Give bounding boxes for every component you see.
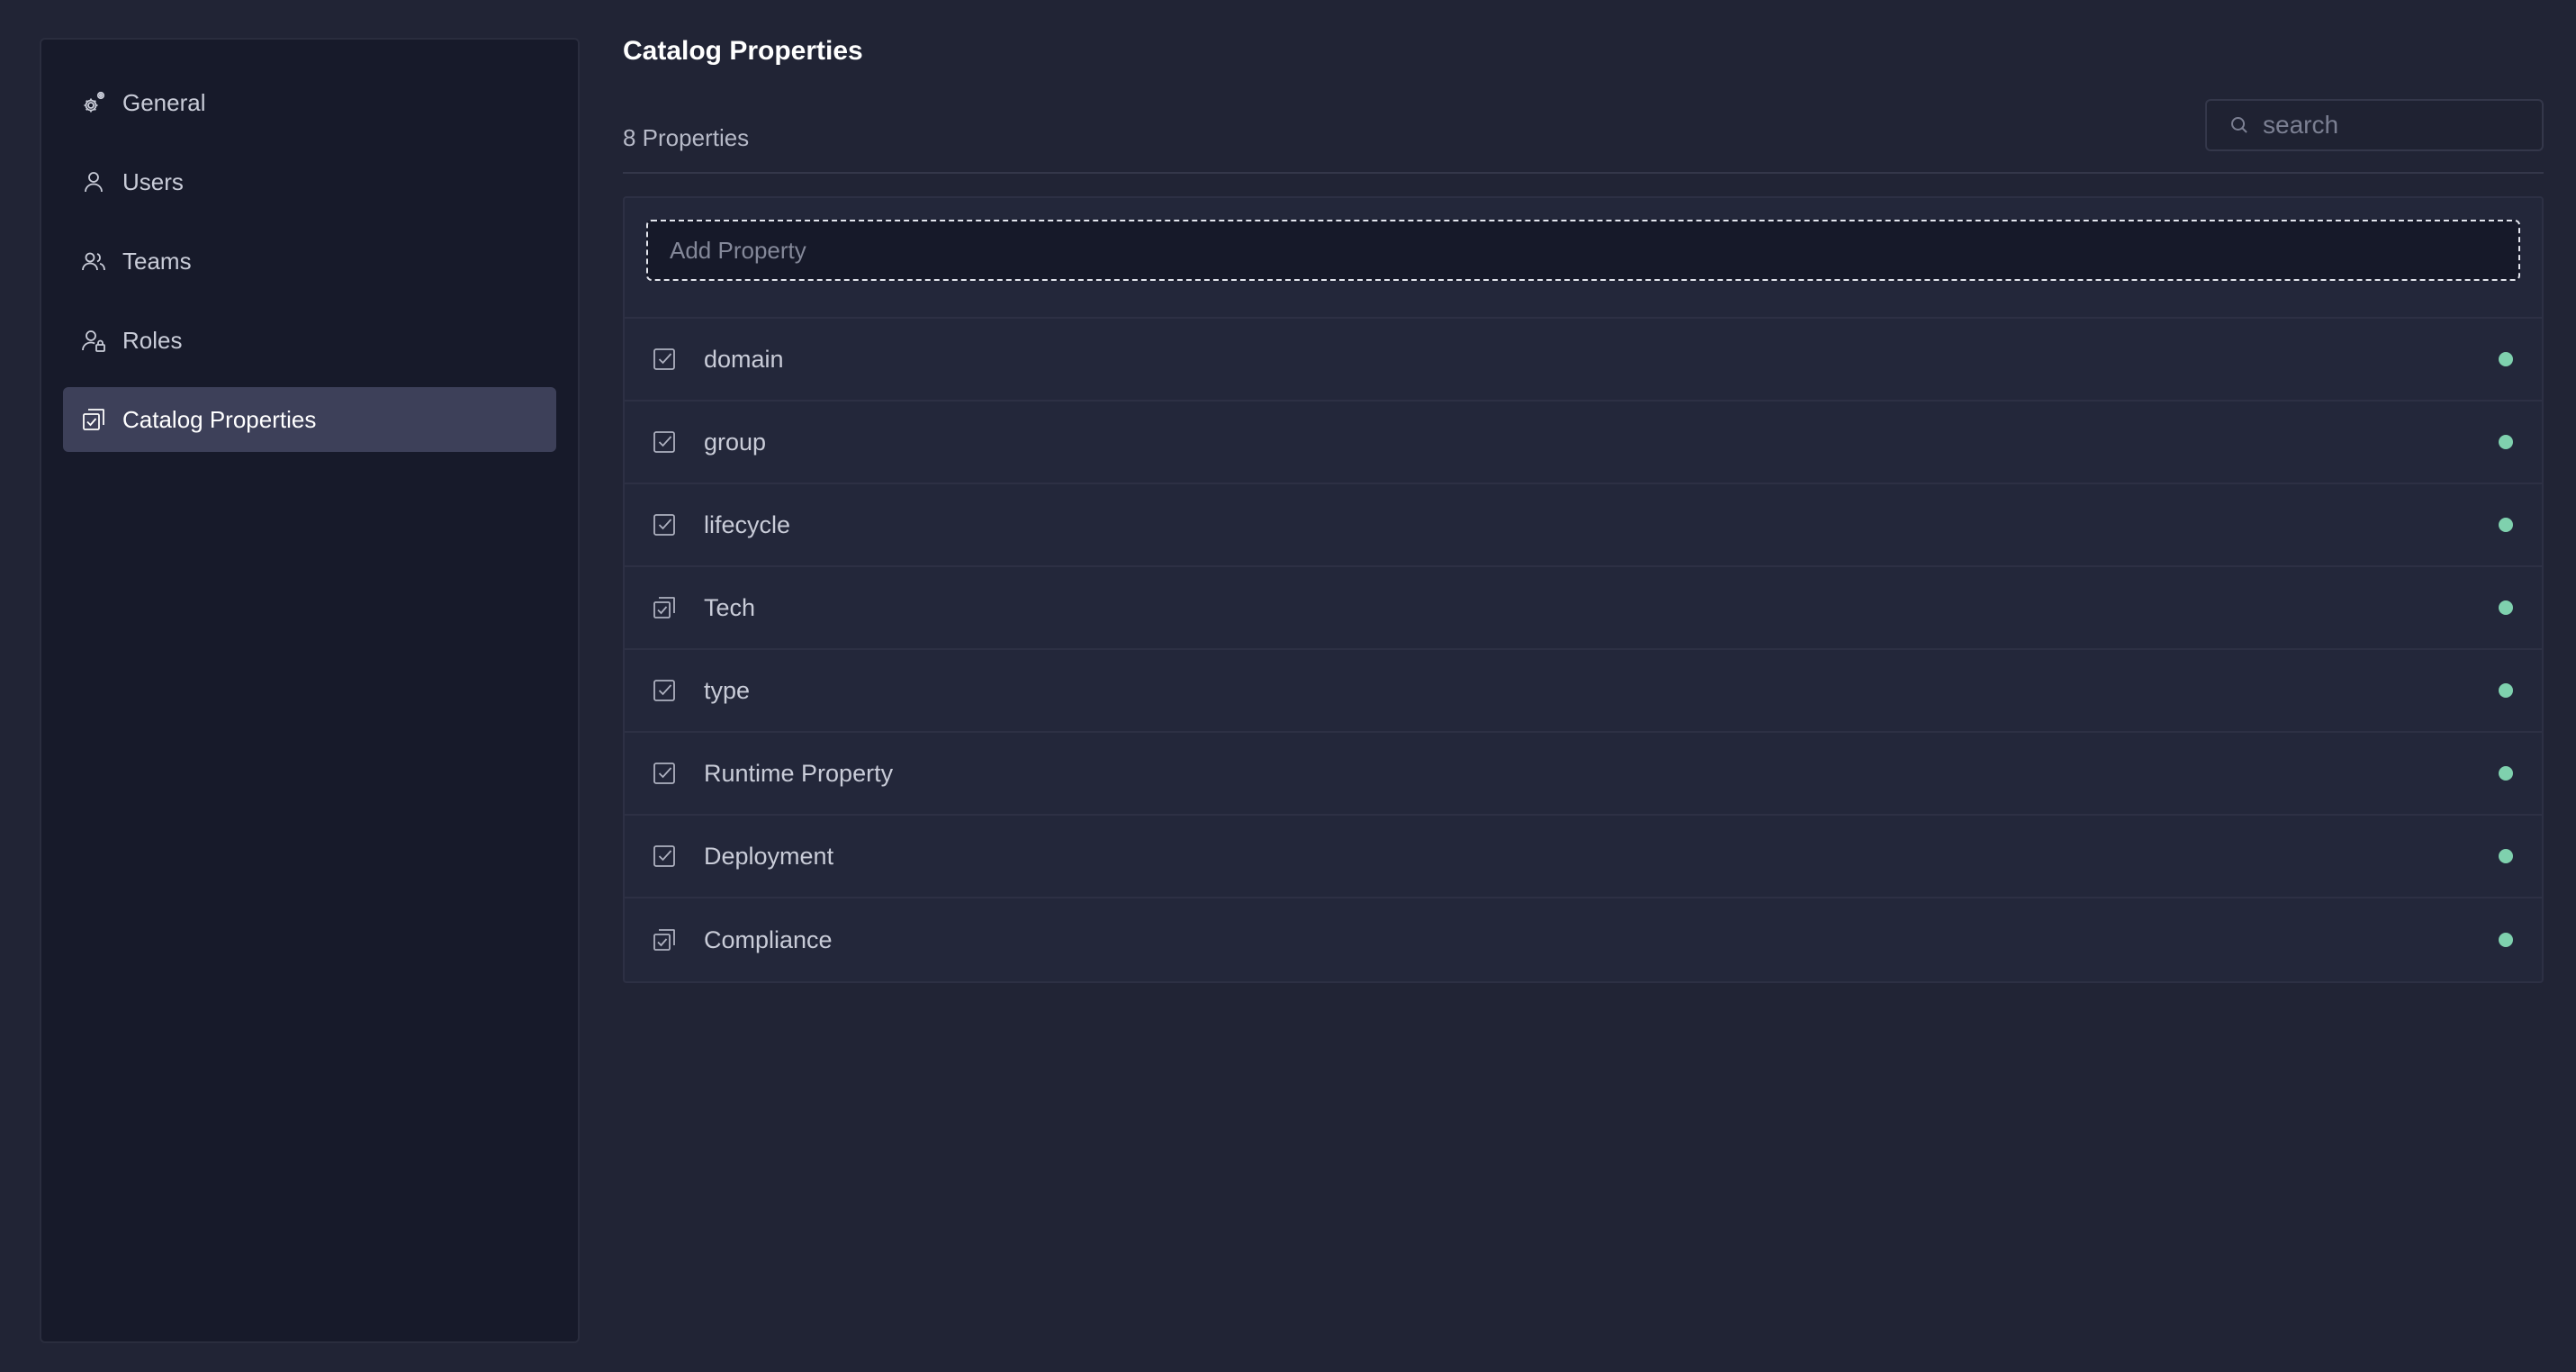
property-row[interactable]: Tech bbox=[625, 567, 2542, 650]
checkbox-icon bbox=[650, 676, 679, 705]
status-dot bbox=[2499, 849, 2513, 863]
property-row[interactable]: Runtime Property bbox=[625, 733, 2542, 816]
status-dot bbox=[2499, 766, 2513, 781]
property-label: type bbox=[704, 676, 751, 704]
property-label: Compliance bbox=[704, 925, 833, 953]
status-dot bbox=[2499, 683, 2513, 698]
property-row[interactable]: group bbox=[625, 402, 2542, 484]
add-property-field[interactable] bbox=[646, 220, 2520, 281]
property-row[interactable]: Deployment bbox=[625, 816, 2542, 898]
sidebar-item-label: Roles bbox=[122, 326, 183, 354]
property-label: Deployment bbox=[704, 842, 834, 870]
status-dot bbox=[2499, 600, 2513, 615]
add-property-area bbox=[625, 198, 2542, 319]
catalog-icon bbox=[79, 405, 108, 434]
gear-icon bbox=[79, 88, 108, 117]
checkbox-icon bbox=[650, 428, 679, 456]
property-label: domain bbox=[704, 345, 784, 373]
multi-checkbox-icon bbox=[650, 593, 679, 622]
sidebar-item-catalog-properties[interactable]: Catalog Properties bbox=[63, 387, 556, 452]
property-row[interactable]: Compliance bbox=[625, 898, 2542, 981]
divider bbox=[623, 172, 2544, 174]
checkbox-icon bbox=[650, 345, 679, 374]
sidebar-item-general[interactable]: General bbox=[63, 70, 556, 135]
multi-checkbox-icon bbox=[650, 925, 679, 954]
checkbox-icon bbox=[650, 842, 679, 871]
main-content: Catalog Properties 8 Properties domain gr… bbox=[623, 0, 2544, 1372]
properties-panel: domain group lifecycle Tech type Runtime Prop… bbox=[623, 196, 2544, 983]
property-row[interactable]: type bbox=[625, 650, 2542, 733]
property-list: domain group lifecycle Tech type Runtime Prop… bbox=[625, 319, 2542, 981]
status-dot bbox=[2499, 933, 2513, 947]
user-lock-icon bbox=[79, 326, 108, 355]
checkbox-icon bbox=[650, 510, 679, 539]
property-label: Runtime Property bbox=[704, 759, 894, 787]
search-box[interactable] bbox=[2205, 99, 2544, 151]
property-row[interactable]: lifecycle bbox=[625, 484, 2542, 567]
status-dot bbox=[2499, 518, 2513, 532]
sidebar-item-label: Teams bbox=[122, 247, 192, 275]
search-input[interactable] bbox=[2263, 111, 2533, 140]
sidebar-item-label: Users bbox=[122, 167, 184, 195]
property-count: 8 Properties bbox=[623, 124, 750, 151]
status-dot bbox=[2499, 435, 2513, 449]
settings-sidebar: General Users Teams Roles Catalog Proper… bbox=[40, 38, 580, 1343]
status-dot bbox=[2499, 352, 2513, 366]
property-label: lifecycle bbox=[704, 510, 791, 538]
property-label: Tech bbox=[704, 593, 756, 621]
page-title: Catalog Properties bbox=[623, 36, 863, 66]
sidebar-item-label: General bbox=[122, 88, 206, 116]
property-row[interactable]: domain bbox=[625, 319, 2542, 402]
add-property-input[interactable] bbox=[670, 236, 2518, 265]
sidebar-item-roles[interactable]: Roles bbox=[63, 308, 556, 373]
user-icon bbox=[79, 167, 108, 196]
sidebar-item-users[interactable]: Users bbox=[63, 149, 556, 214]
sidebar-item-label: Catalog Properties bbox=[122, 405, 317, 433]
sidebar-item-teams[interactable]: Teams bbox=[63, 229, 556, 293]
search-icon bbox=[2231, 117, 2247, 133]
property-label: group bbox=[704, 428, 767, 456]
checkbox-icon bbox=[650, 759, 679, 788]
team-icon bbox=[79, 247, 108, 275]
